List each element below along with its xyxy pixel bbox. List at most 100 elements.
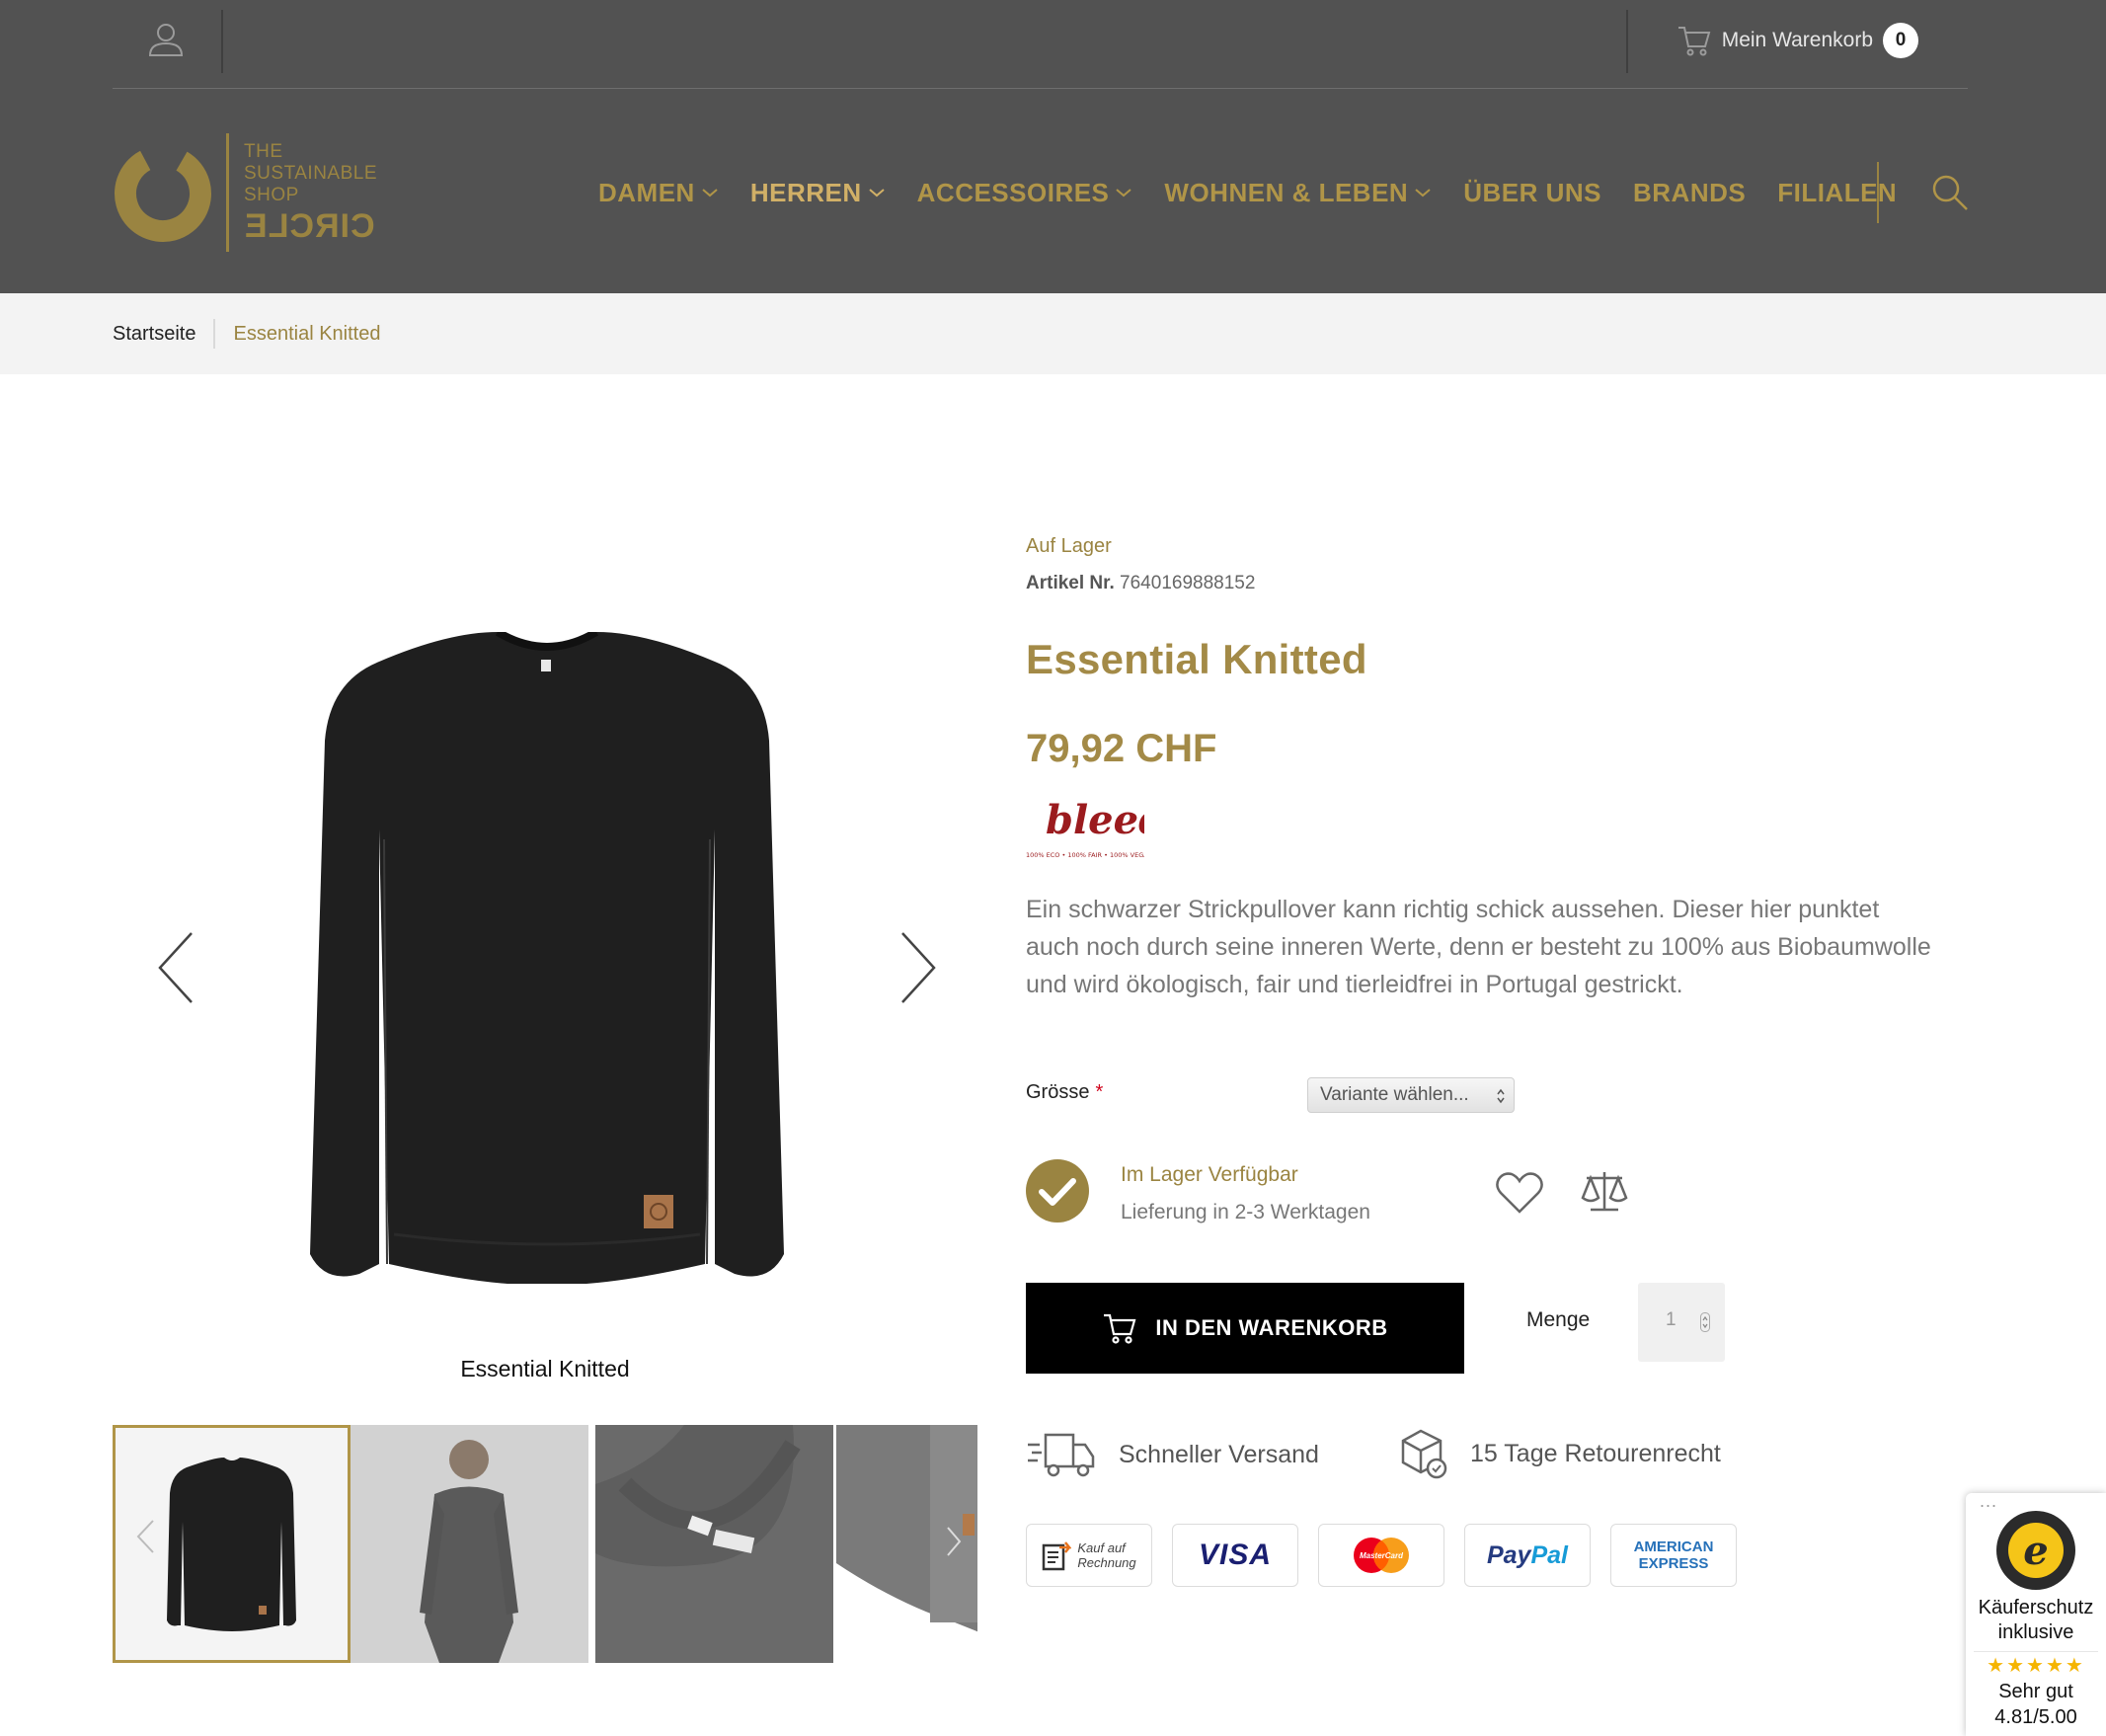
search-icon[interactable]	[1930, 173, 1970, 212]
chevron-left-icon[interactable]	[152, 928, 201, 1007]
scale-compare-icon[interactable]	[1581, 1168, 1628, 1216]
logo-tagline: THE SUSTAINABLE SHOP	[244, 141, 377, 206]
nav-filialen[interactable]: FILIALEN	[1777, 178, 1897, 208]
logo-ring-icon	[115, 145, 211, 242]
logo-line-3: SHOP	[244, 185, 299, 205]
breadcrumb-bar: Startseite Essential Knitted	[0, 293, 2106, 374]
nav-brands[interactable]: BRANDS	[1633, 178, 1746, 208]
user-icon[interactable]	[146, 20, 186, 59]
size-select-value: Variante wählen...	[1320, 1084, 1469, 1105]
buyer-protection-line-2: inklusive	[1997, 1621, 2074, 1643]
amex-line-2: EXPRESS	[1638, 1555, 1709, 1572]
nav-divider	[1877, 162, 1879, 223]
mastercard-text: MasterCard	[1360, 1551, 1404, 1560]
trusted-shops-seal-icon: e	[1996, 1511, 2075, 1590]
logo-wordmark: CIRCLE	[244, 207, 375, 245]
nav-label: DAMEN	[598, 177, 695, 207]
nav-label: ÜBER UNS	[1463, 177, 1601, 207]
size-label-text: Grösse	[1026, 1081, 1090, 1103]
payment-paypal: PayPal	[1464, 1524, 1591, 1587]
nav-label: HERREN	[749, 177, 862, 207]
required-marker: *	[1095, 1081, 1104, 1103]
thumbnail-strip	[113, 1425, 977, 1663]
paypal-text-2: Pal	[1530, 1540, 1568, 1569]
thumbnail-3[interactable]	[595, 1425, 833, 1663]
stepper-arrows-icon[interactable]	[1700, 1312, 1710, 1332]
nav-wohnen-leben[interactable]: WOHNEN & LEBEN	[1164, 178, 1432, 208]
trusted-shops-badge[interactable]: ... e Käuferschutz inklusive ★★★★★ Sehr …	[1966, 1491, 2106, 1736]
amex-line-1: AMERICAN	[1633, 1539, 1714, 1555]
product-image-sweater[interactable]	[300, 632, 794, 1284]
mastercard-logo: MasterCard	[1354, 1538, 1409, 1573]
badge-divider	[1974, 1651, 2098, 1652]
chevron-down-icon	[702, 189, 718, 197]
nav-label: FILIALEN	[1777, 177, 1898, 207]
nav-herren[interactable]: HERREN	[750, 178, 886, 208]
return-box-icon	[1401, 1429, 1447, 1479]
product-title: Essential Knitted	[1026, 636, 1367, 682]
product-image-slider: Essential Knitted	[113, 533, 977, 1392]
cart-label: Mein Warenkorb	[1721, 29, 1873, 51]
breadcrumb-home[interactable]: Startseite	[113, 323, 195, 346]
breadcrumb: Startseite Essential Knitted	[113, 293, 380, 374]
brand-logo[interactable]: bleed 100% ECO • 100% FAIR • 100% VEGAN	[1026, 792, 1144, 863]
logo-line-2: SUSTAINABLE	[244, 163, 378, 184]
chevron-right-icon[interactable]	[893, 928, 942, 1007]
product-description: Ein schwarzer Strickpullover kann richti…	[1026, 896, 1931, 998]
site-logo[interactable]: THE SUSTAINABLE SHOP CIRCLE	[113, 133, 379, 252]
thumbnail-model-image	[351, 1425, 588, 1663]
nav-label: BRANDS	[1632, 177, 1747, 207]
svg-text:e: e	[2023, 1528, 2048, 1574]
paypal-text-1: Pay	[1486, 1540, 1531, 1569]
payment-visa: VISA	[1172, 1524, 1298, 1587]
breadcrumb-separator	[213, 319, 216, 349]
feature-returns: 15 Tage Retourenrecht	[1399, 1427, 1721, 1480]
topbar-divider	[221, 10, 223, 73]
buyer-protection-line-1: Käuferschutz	[1978, 1597, 2094, 1618]
heart-icon[interactable]	[1495, 1170, 1544, 1216]
nav-ueber-uns[interactable]: ÜBER UNS	[1463, 178, 1601, 208]
payment-invoice: Kauf auf Rechnung	[1026, 1524, 1152, 1587]
image-caption: Essential Knitted	[460, 1356, 630, 1381]
invoice-line-2: Rechnung	[1077, 1555, 1136, 1570]
rating-score: 4.81/5.00	[1994, 1706, 2077, 1728]
thumbnail-2[interactable]	[351, 1425, 588, 1663]
delivery-time: Lieferung in 2-3 Werktagen	[1121, 1201, 1370, 1223]
thumbnail-1[interactable]	[113, 1425, 351, 1663]
stock-status: Auf Lager	[1026, 535, 1112, 557]
payment-mastercard: MasterCard	[1318, 1524, 1444, 1587]
rating-text: Sehr gut	[1998, 1681, 2073, 1702]
size-select[interactable]: Variante wählen...	[1307, 1077, 1515, 1113]
chevron-down-icon	[1415, 189, 1431, 197]
truck-icon	[1028, 1433, 1095, 1477]
nav-accessoires[interactable]: ACCESSOIRES	[917, 178, 1133, 208]
availability-title: Im Lager Verfügbar	[1121, 1163, 1298, 1186]
feature-label: 15 Tage Retourenrecht	[1470, 1439, 1721, 1467]
buyer-protection-label: Käuferschutz inklusive	[1966, 1596, 2106, 1645]
checkmark-icon	[1026, 1159, 1089, 1223]
size-label: Grösse *	[1026, 1081, 1103, 1104]
article-number: Artikel Nr. 7640169888152	[1026, 573, 1255, 594]
mini-cart[interactable]: Mein Warenkorb 0	[1677, 20, 1918, 61]
rating-stars-icon: ★★★★★	[1987, 1655, 2085, 1677]
chevron-right-icon[interactable]	[944, 1524, 964, 1559]
feature-label: Schneller Versand	[1119, 1440, 1319, 1468]
top-bar: Mein Warenkorb 0	[113, 0, 1968, 89]
brand-logo-wordmark: bleed	[1046, 797, 1144, 843]
article-number-value: 7640169888152	[1120, 573, 1256, 593]
add-to-cart-button[interactable]: IN DEN WARENKORB	[1026, 1283, 1464, 1374]
quantity-stepper[interactable]: 1	[1638, 1283, 1725, 1362]
brand-logo-tagline: 100% ECO • 100% FAIR • 100% VEGAN	[1026, 851, 1144, 859]
cart-icon	[1104, 1313, 1136, 1344]
logo-divider	[226, 133, 229, 252]
breadcrumb-current[interactable]: Essential Knitted	[233, 323, 380, 346]
chevron-down-icon	[868, 189, 885, 197]
nav-label: ACCESSOIRES	[916, 177, 1110, 207]
site-header: Mein Warenkorb 0 THE SUSTAINABLE SHOP CI…	[0, 0, 2106, 293]
cart-icon	[1677, 27, 1711, 56]
chevron-left-icon[interactable]	[133, 1517, 157, 1556]
feature-fast-shipping: Schneller Versand	[1026, 1427, 1319, 1482]
payment-methods: Kauf auf Rechnung VISA MasterCard PayPal …	[1026, 1524, 1737, 1587]
quantity-value: 1	[1666, 1309, 1677, 1330]
nav-damen[interactable]: DAMEN	[598, 178, 719, 208]
